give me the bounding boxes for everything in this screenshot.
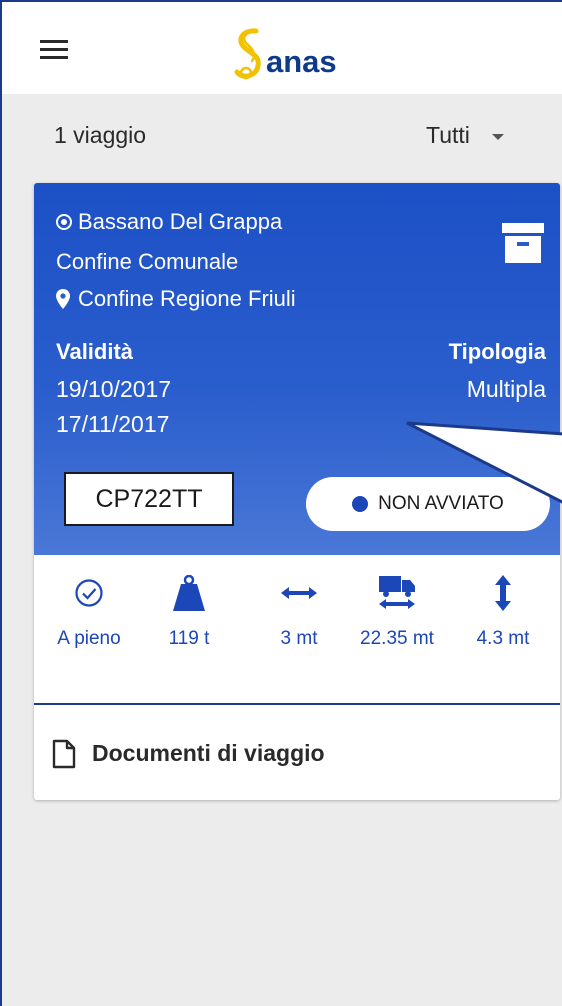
type-label: Tipologia bbox=[448, 339, 546, 364]
license-plate: CP722TT bbox=[64, 472, 234, 526]
status-dot-icon bbox=[352, 496, 369, 512]
trip-card[interactable]: Bassano Del Grappa Confine Comunale Conf… bbox=[34, 183, 560, 800]
travel-documents-link[interactable]: Documenti di viaggio bbox=[34, 707, 560, 800]
trip-card-header: Bassano Del Grappa Confine Comunale Conf… bbox=[34, 183, 560, 555]
width-arrows-icon bbox=[281, 587, 317, 599]
location-pin-icon bbox=[56, 289, 70, 309]
destination-text: Confine Regione Friuli bbox=[78, 286, 296, 311]
spec-width-value: 3 mt bbox=[280, 628, 318, 649]
validity-to: 17/11/2017 bbox=[56, 411, 170, 437]
validity-label: Validità bbox=[56, 339, 134, 364]
trip-specs: A pieno 119 t 3 mt 22.35 mt 4.3 mt bbox=[34, 555, 560, 705]
trip-count: 1 viaggio bbox=[54, 122, 147, 148]
logo-text: anas bbox=[266, 44, 337, 79]
spec-load-value: A pieno bbox=[57, 628, 121, 649]
origin-detail: Confine Comunale bbox=[56, 249, 239, 274]
height-arrows-icon bbox=[495, 575, 511, 611]
truck-length-icon bbox=[379, 576, 415, 609]
spec-weight-value: 119 t bbox=[168, 628, 210, 649]
status-text: NON AVVIATO bbox=[378, 493, 504, 514]
weight-icon bbox=[173, 575, 205, 611]
filter-value: Tutti bbox=[426, 122, 470, 148]
filter-dropdown[interactable]: Tutti bbox=[426, 122, 504, 149]
origin-radio-icon bbox=[56, 214, 72, 230]
validity-from: 19/10/2017 bbox=[56, 376, 172, 402]
anas-logo-mark bbox=[234, 28, 261, 80]
archive-icon[interactable] bbox=[502, 223, 544, 263]
destination-line: Confine Regione Friuli bbox=[56, 286, 296, 312]
spec-load: A pieno bbox=[44, 575, 134, 653]
check-circle-icon bbox=[75, 579, 103, 607]
spec-weight: 119 t bbox=[144, 575, 234, 653]
anas-logo: anas bbox=[234, 24, 337, 84]
menu-icon[interactable] bbox=[40, 40, 68, 60]
status-badge: NON AVVIATO bbox=[306, 477, 550, 531]
spec-length-value: 22.35 mt bbox=[360, 628, 434, 649]
spec-height: 4.3 mt bbox=[458, 575, 548, 653]
documents-label: Documenti di viaggio bbox=[92, 740, 325, 766]
origin-line: Bassano Del Grappa bbox=[56, 209, 282, 235]
document-icon bbox=[52, 739, 76, 768]
spec-length: 22.35 mt bbox=[352, 575, 442, 653]
type-value: Multipla bbox=[466, 376, 546, 402]
app-screen: anas 1 viaggio Tutti Bassano Del Grappa … bbox=[0, 0, 562, 1006]
caret-down-icon bbox=[491, 134, 504, 140]
app-bar: anas bbox=[2, 2, 562, 94]
origin-text: Bassano Del Grappa bbox=[78, 209, 283, 234]
spec-height-value: 4.3 mt bbox=[476, 628, 530, 649]
spec-width: 3 mt bbox=[254, 575, 344, 653]
